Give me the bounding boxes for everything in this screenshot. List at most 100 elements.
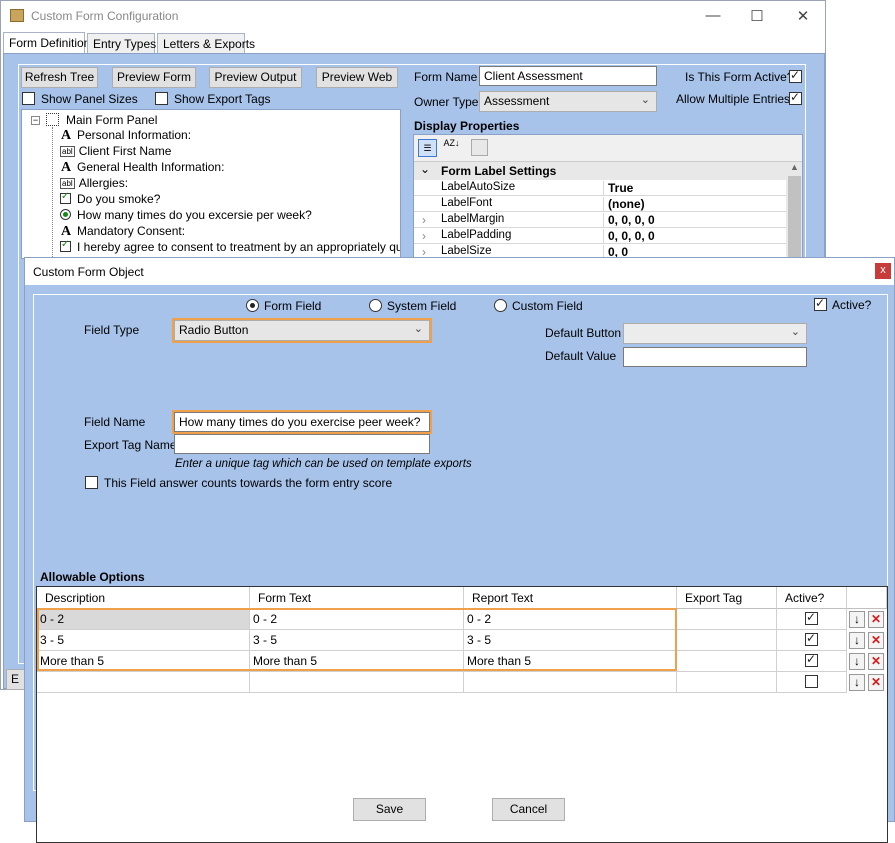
maximize-icon[interactable]: ☐ [742, 7, 772, 25]
tab-form-definition[interactable]: Form Definition [3, 32, 90, 54]
chevron-right-icon[interactable]: › [422, 229, 426, 243]
table-cell[interactable] [677, 651, 777, 672]
table-cell[interactable]: More than 5 [464, 651, 677, 672]
delete-icon[interactable]: ✕ [868, 674, 884, 691]
table-cell[interactable]: More than 5 [250, 651, 464, 672]
delete-icon[interactable]: ✕ [868, 632, 884, 649]
field-type-select[interactable]: Radio Button ⌄ [172, 318, 432, 343]
system-field-radio[interactable] [369, 299, 382, 312]
row-active-checkbox[interactable] [805, 631, 818, 646]
textbox-icon: abl [60, 178, 75, 189]
tree-item[interactable]: A General Health Information: [60, 160, 224, 176]
tab-entry-types[interactable]: Entry Types [87, 33, 156, 54]
label-icon: A [60, 128, 72, 143]
table-cell[interactable]: 3 - 5 [464, 630, 677, 651]
scroll-thumb[interactable] [788, 176, 801, 261]
sort-alpha-icon[interactable]: AZ↓ [442, 139, 461, 157]
property-row[interactable]: LabelAutoSize True [414, 180, 786, 196]
column-header[interactable]: Description [37, 587, 250, 609]
tree-item[interactable]: abl Client First Name [60, 144, 171, 158]
tree-item[interactable]: A Personal Information: [60, 128, 191, 144]
show-panel-sizes-checkbox[interactable] [22, 92, 35, 105]
table-cell[interactable]: More than 5 [37, 651, 250, 672]
minimize-icon[interactable]: — [698, 7, 728, 24]
allow-multiple-checkbox[interactable] [789, 90, 802, 105]
tree-item[interactable]: A Mandatory Consent: [60, 224, 185, 240]
delete-icon[interactable]: ✕ [868, 653, 884, 670]
table-cell [777, 672, 847, 693]
move-down-icon[interactable]: ↓ [849, 611, 865, 628]
row-active-checkbox[interactable] [805, 675, 818, 688]
cancel-button[interactable]: Cancel [492, 798, 565, 821]
tree-item[interactable]: How many times do you excersie per week? [60, 208, 312, 222]
delete-icon[interactable]: ✕ [868, 611, 884, 628]
chevron-right-icon[interactable]: › [422, 213, 426, 227]
default-value-input[interactable] [623, 347, 807, 367]
preview-web-button[interactable]: Preview Web [316, 67, 398, 88]
column-header[interactable]: Report Text [464, 587, 677, 609]
tree-item[interactable]: abl Allergies: [60, 176, 128, 190]
custom-field-radio[interactable] [494, 299, 507, 312]
preview-form-button[interactable]: Preview Form [112, 67, 196, 88]
property-row[interactable]: › LabelPadding 0, 0, 0, 0 [414, 228, 786, 244]
textbox-icon: abl [60, 146, 75, 157]
form-active-checkbox[interactable] [789, 68, 802, 83]
close-icon[interactable]: x [875, 263, 891, 279]
score-checkbox[interactable] [85, 476, 98, 489]
table-cell[interactable] [37, 672, 250, 693]
collapse-icon[interactable]: − [31, 116, 40, 125]
allowable-options-label: Allowable Options [40, 570, 145, 584]
property-category[interactable]: ⌄ Form Label Settings [414, 162, 786, 180]
form-field-radio[interactable] [246, 299, 259, 312]
property-grid[interactable]: ☰ AZ↓ ⌄ Form Label Settings LabelAutoSiz… [413, 134, 803, 264]
close-icon[interactable]: ✕ [788, 7, 818, 25]
column-header[interactable]: Form Text [250, 587, 464, 609]
column-header[interactable]: Active? [777, 587, 847, 609]
table-cell[interactable] [677, 609, 777, 630]
refresh-tree-button[interactable]: Refresh Tree [21, 67, 98, 88]
active-checkbox[interactable] [814, 296, 827, 311]
table-cell[interactable] [464, 672, 677, 693]
table-cell[interactable]: 0 - 2 [464, 609, 677, 630]
row-active-checkbox[interactable] [805, 610, 818, 625]
tab-letters-exports[interactable]: Letters & Exports [157, 33, 255, 54]
scrollbar[interactable]: ▲ [786, 162, 802, 263]
field-name-input[interactable]: How many times do you exercise peer week… [172, 410, 432, 434]
table-cell[interactable] [677, 672, 777, 693]
categorized-icon[interactable]: ☰ [418, 139, 437, 157]
show-panel-sizes-label: Show Panel Sizes [41, 92, 138, 106]
property-row[interactable]: LabelFont (none) [414, 196, 786, 212]
owner-type-select[interactable]: Assessment ⌄ [479, 91, 657, 112]
move-down-icon[interactable]: ↓ [849, 674, 865, 691]
options-grid[interactable]: Description Form Text Report Text Export… [36, 586, 888, 843]
default-button-select[interactable]: ⌄ [623, 323, 807, 344]
row-active-checkbox[interactable] [805, 652, 818, 667]
table-cell[interactable]: 3 - 5 [37, 630, 250, 651]
show-export-tags-checkbox[interactable] [155, 92, 168, 105]
property-row[interactable]: › LabelMargin 0, 0, 0, 0 [414, 212, 786, 228]
form-name-input[interactable]: Client Assessment [479, 66, 657, 86]
table-cell[interactable]: 0 - 2 [37, 609, 250, 630]
table-cell[interactable]: 3 - 5 [250, 630, 464, 651]
move-down-icon[interactable]: ↓ [849, 632, 865, 649]
table-cell[interactable] [250, 672, 464, 693]
tree-item[interactable]: Do you smoke? [60, 191, 160, 206]
scroll-up-icon[interactable]: ▲ [790, 162, 799, 172]
table-cell[interactable] [677, 630, 777, 651]
tree-root[interactable]: Main Form Panel [66, 113, 157, 127]
form-tree[interactable]: − Main Form Panel A Personal Information:… [21, 109, 401, 259]
table-cell[interactable]: 0 - 2 [250, 609, 464, 630]
chevron-down-icon: ⌄ [413, 323, 423, 335]
move-down-icon[interactable]: ↓ [849, 653, 865, 670]
chevron-down-icon: ⌄ [420, 162, 431, 176]
table-cell [777, 609, 847, 630]
property-toolbar: ☰ AZ↓ [414, 135, 802, 162]
column-header[interactable]: Export Tag [677, 587, 777, 609]
tree-item[interactable]: I hereby agree to consent to treatment b… [60, 239, 400, 254]
property-pages-icon[interactable] [471, 139, 488, 156]
export-tag-input[interactable] [174, 434, 430, 454]
panel-icon [46, 113, 59, 126]
save-button[interactable]: Save [353, 798, 426, 821]
title-bar: Custom Form Configuration — ☐ ✕ [1, 1, 825, 32]
preview-output-button[interactable]: Preview Output [209, 67, 302, 88]
